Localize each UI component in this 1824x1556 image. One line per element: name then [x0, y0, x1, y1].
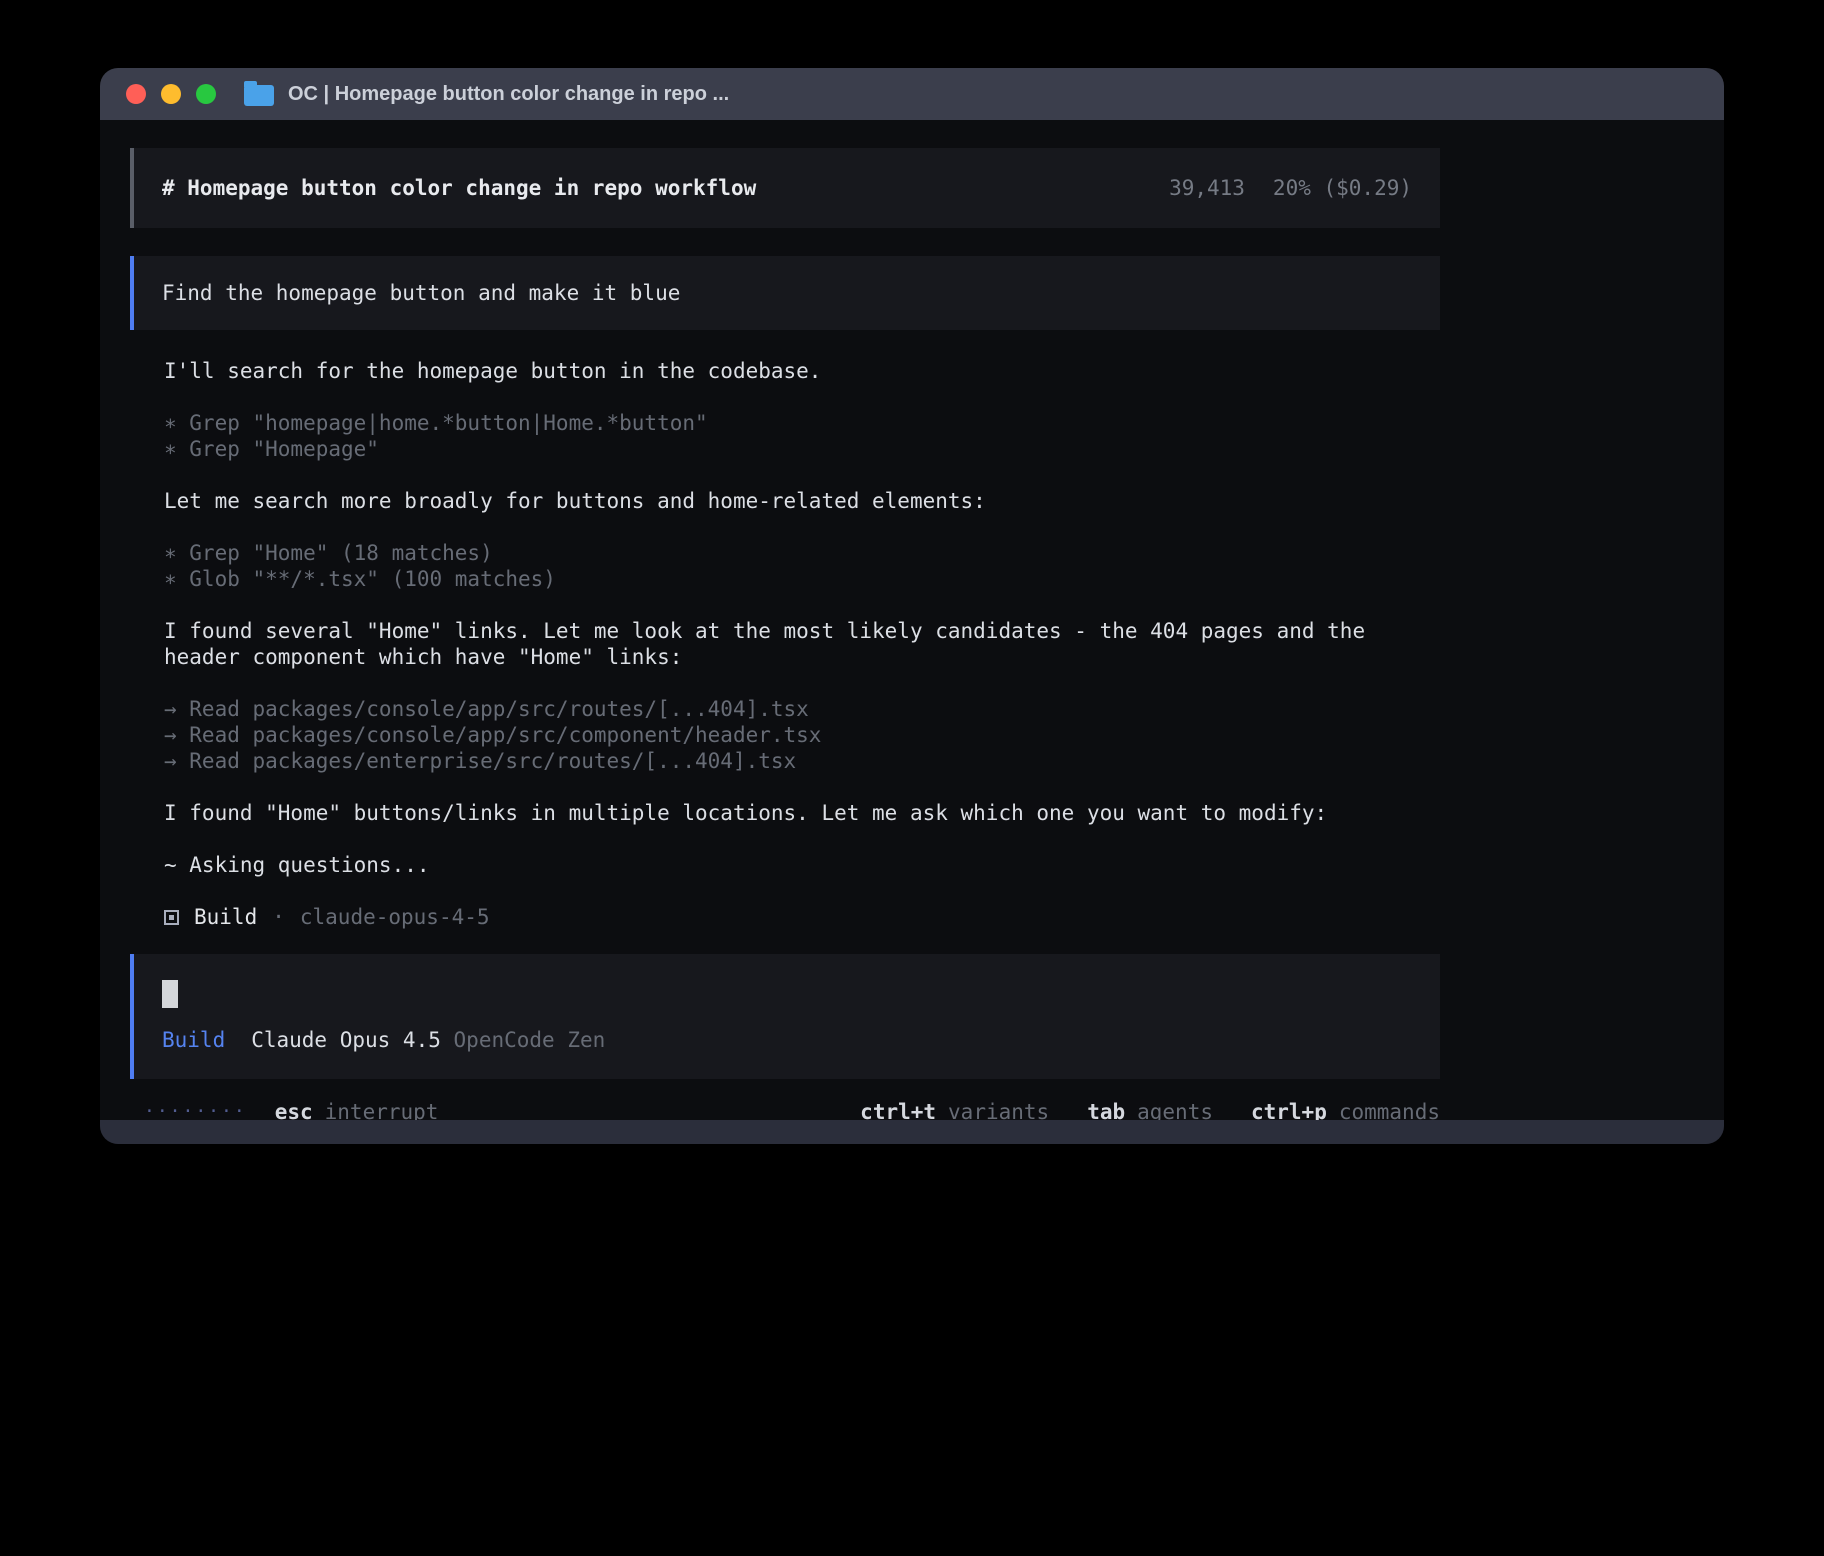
- agent-model: claude-opus-4-5: [300, 904, 490, 930]
- user-message: Find the homepage button and make it blu…: [130, 256, 1440, 330]
- token-count: 39,413: [1169, 175, 1245, 201]
- model-info: Claude Opus 4.5 OpenCode Zen: [251, 1027, 605, 1053]
- agent-name: Build: [194, 904, 257, 930]
- context-usage: 20% ($0.29): [1273, 175, 1412, 201]
- tool-call-line: → Read packages/console/app/src/componen…: [164, 722, 1440, 748]
- tool-call-group: ∗ Grep "homepage|home.*button|Home.*butt…: [164, 410, 1440, 462]
- close-button[interactable]: [126, 84, 146, 104]
- zoom-button[interactable]: [196, 84, 216, 104]
- esc-key: esc: [275, 1099, 313, 1120]
- tool-call-line: → Read packages/console/app/src/routes/[…: [164, 696, 1440, 722]
- window-titlebar: OC | Homepage button color change in rep…: [100, 68, 1724, 120]
- minimize-button[interactable]: [161, 84, 181, 104]
- prompt-input[interactable]: Build Claude Opus 4.5 OpenCode Zen: [130, 954, 1440, 1079]
- tool-call-group: → Read packages/console/app/src/routes/[…: [164, 696, 1440, 774]
- session-stats: 39,413 20% ($0.29): [1169, 175, 1412, 201]
- tool-call-line: ∗ Grep "Home" (18 matches): [164, 540, 1440, 566]
- statusbar-shortcuts: ctrl+t variants tab agents ctrl+p comman…: [860, 1099, 1440, 1120]
- agent-separator: ·: [272, 904, 285, 930]
- user-message-text: Find the homepage button and make it blu…: [162, 281, 680, 305]
- window-title: OC | Homepage button color change in rep…: [288, 83, 729, 106]
- assistant-paragraph: I found "Home" buttons/links in multiple…: [164, 800, 1440, 826]
- agent-status-line: Build · claude-opus-4-5: [164, 904, 1724, 930]
- tool-call-line: ∗ Grep "homepage|home.*button|Home.*butt…: [164, 410, 1440, 436]
- statusbar: ········ esc interrupt ctrl+t variants t…: [144, 1099, 1440, 1120]
- provider-label: OpenCode Zen: [454, 1028, 606, 1052]
- session-title: # Homepage button color change in repo w…: [162, 175, 756, 201]
- shortcut-key: tab: [1087, 1099, 1125, 1120]
- traffic-lights: [126, 84, 216, 104]
- shortcut-agents: tab agents: [1087, 1099, 1213, 1120]
- shortcut-commands: ctrl+p commands: [1251, 1099, 1440, 1120]
- transcript: I'll search for the homepage button in t…: [164, 358, 1724, 878]
- window-bottom-bezel: [100, 1120, 1724, 1144]
- tool-call-line: ∗ Grep "Homepage": [164, 436, 1440, 462]
- input-footer: Build Claude Opus 4.5 OpenCode Zen: [162, 1027, 1412, 1053]
- terminal-window: OC | Homepage button color change in rep…: [100, 68, 1724, 1144]
- assistant-paragraph: I'll search for the homepage button in t…: [164, 358, 1440, 384]
- session-header: # Homepage button color change in repo w…: [130, 148, 1440, 228]
- shortcut-variants: ctrl+t variants: [860, 1099, 1049, 1120]
- tool-call-group: ∗ Grep "Home" (18 matches)∗ Glob "**/*.t…: [164, 540, 1440, 592]
- tool-call-line: ∗ Glob "**/*.tsx" (100 matches): [164, 566, 1440, 592]
- assistant-paragraph: I found several "Home" links. Let me loo…: [164, 618, 1440, 670]
- input-cursor: [162, 980, 178, 1008]
- agent-icon: [164, 910, 179, 925]
- shortcut-label: commands: [1339, 1099, 1440, 1120]
- titlebar-title-group: OC | Homepage button color change in rep…: [244, 82, 729, 106]
- shortcut-label: variants: [948, 1099, 1049, 1120]
- mode-label[interactable]: Build: [162, 1027, 225, 1053]
- shortcut-key: ctrl+p: [1251, 1099, 1327, 1120]
- throbber-dots: ········: [144, 1099, 247, 1120]
- status-line: ~ Asking questions...: [164, 852, 1440, 878]
- folder-icon: [244, 85, 274, 106]
- interrupt-label: interrupt: [325, 1099, 439, 1120]
- tool-call-line: → Read packages/enterprise/src/routes/[.…: [164, 748, 1440, 774]
- model-label: Claude Opus 4.5: [251, 1028, 441, 1052]
- shortcut-key: ctrl+t: [860, 1099, 936, 1120]
- terminal-content: # Homepage button color change in repo w…: [100, 120, 1724, 1120]
- assistant-paragraph: Let me search more broadly for buttons a…: [164, 488, 1440, 514]
- shortcut-label: agents: [1137, 1099, 1213, 1120]
- interrupt-hint: esc interrupt: [275, 1099, 439, 1120]
